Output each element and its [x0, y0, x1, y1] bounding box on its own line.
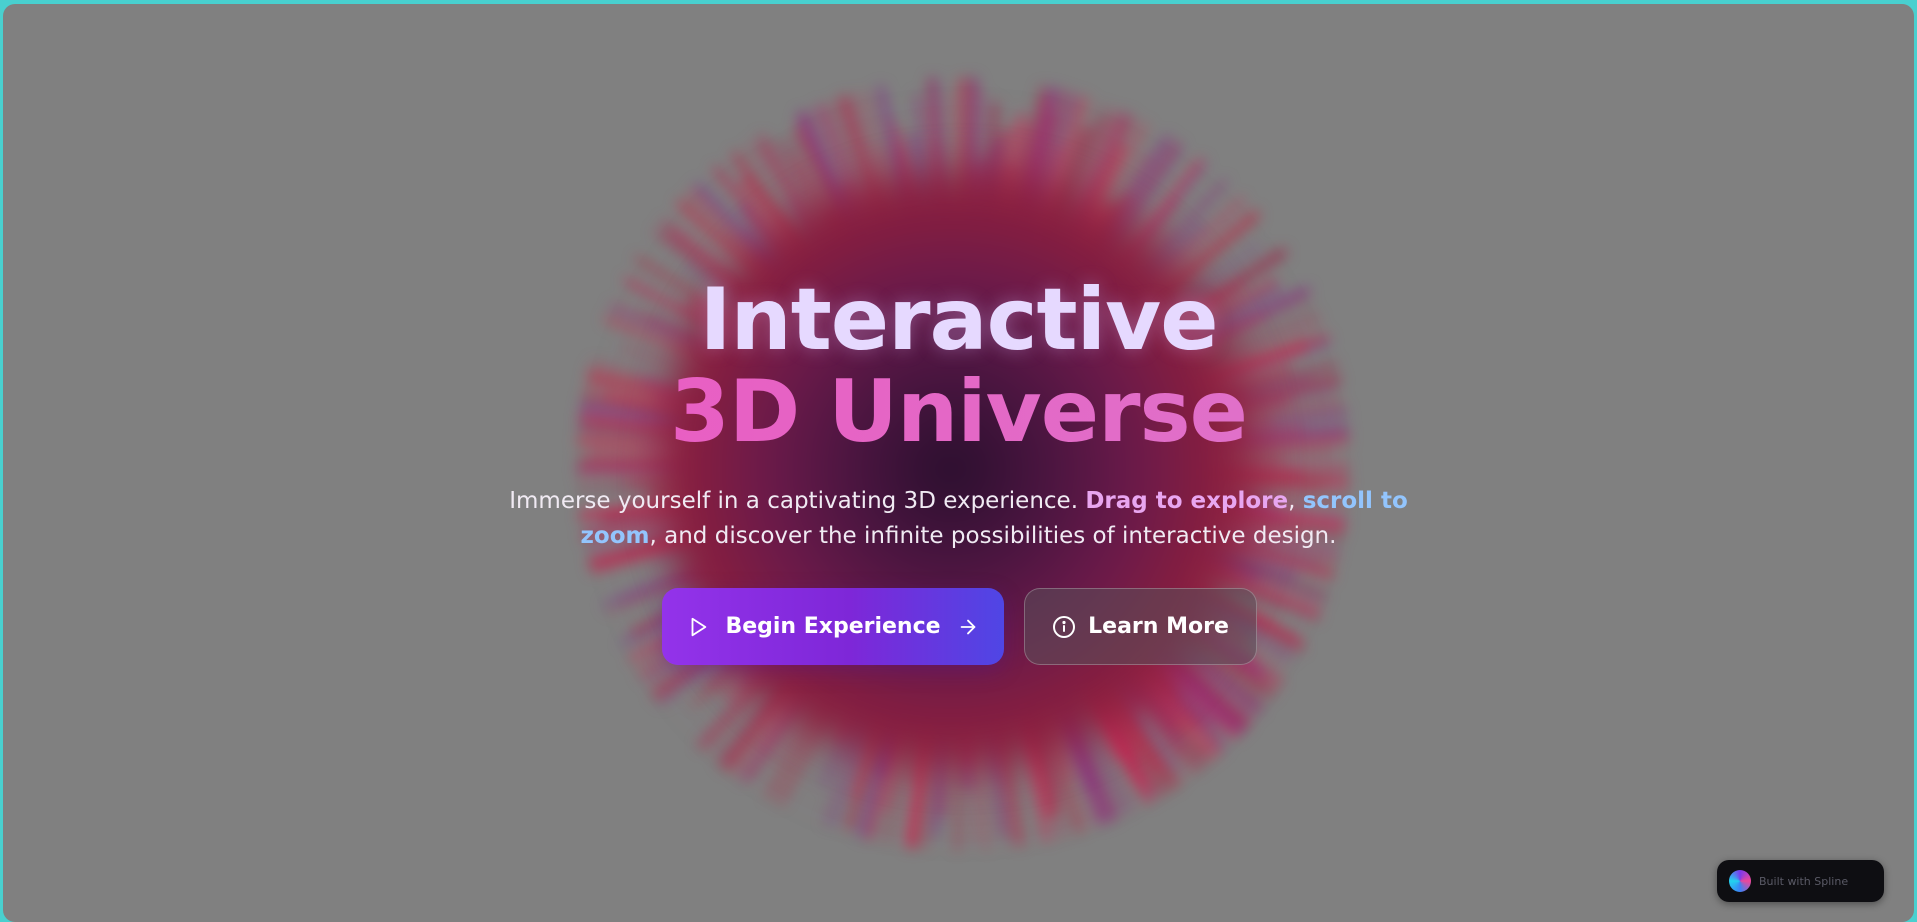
hero-buttons: Begin Experience Learn More	[3, 588, 1914, 665]
hero-title: Interactive 3D Universe	[3, 274, 1914, 458]
hero-section: Interactive 3D Universe Immerse yourself…	[3, 274, 1914, 554]
play-icon	[687, 616, 709, 638]
hero-subtitle: Immerse yourself in a captivating 3D exp…	[479, 484, 1439, 554]
learn-more-button[interactable]: Learn More	[1024, 588, 1257, 665]
info-icon	[1052, 615, 1076, 639]
begin-experience-label: Begin Experience	[725, 614, 941, 639]
subtitle-suffix: , and discover the infinite possibilitie…	[649, 523, 1337, 549]
drag-to-explore-highlight: Drag to explore	[1085, 488, 1289, 514]
built-with-spline-badge[interactable]: Built with Spline	[1717, 860, 1884, 902]
learn-more-label: Learn More	[1088, 614, 1229, 639]
arrow-right-icon	[957, 616, 979, 638]
hero-title-line1: Interactive	[699, 270, 1218, 370]
spline-logo-icon	[1729, 870, 1751, 892]
begin-experience-button[interactable]: Begin Experience	[662, 588, 1004, 665]
badge-label: Built with Spline	[1759, 874, 1849, 888]
subtitle-text: Immerse yourself in a captivating 3D exp…	[509, 488, 1086, 514]
page-frame: Interactive 3D Universe Immerse yourself…	[3, 4, 1914, 922]
hero-title-line2: 3D Universe	[3, 366, 1914, 458]
subtitle-separator: ,	[1288, 488, 1303, 514]
